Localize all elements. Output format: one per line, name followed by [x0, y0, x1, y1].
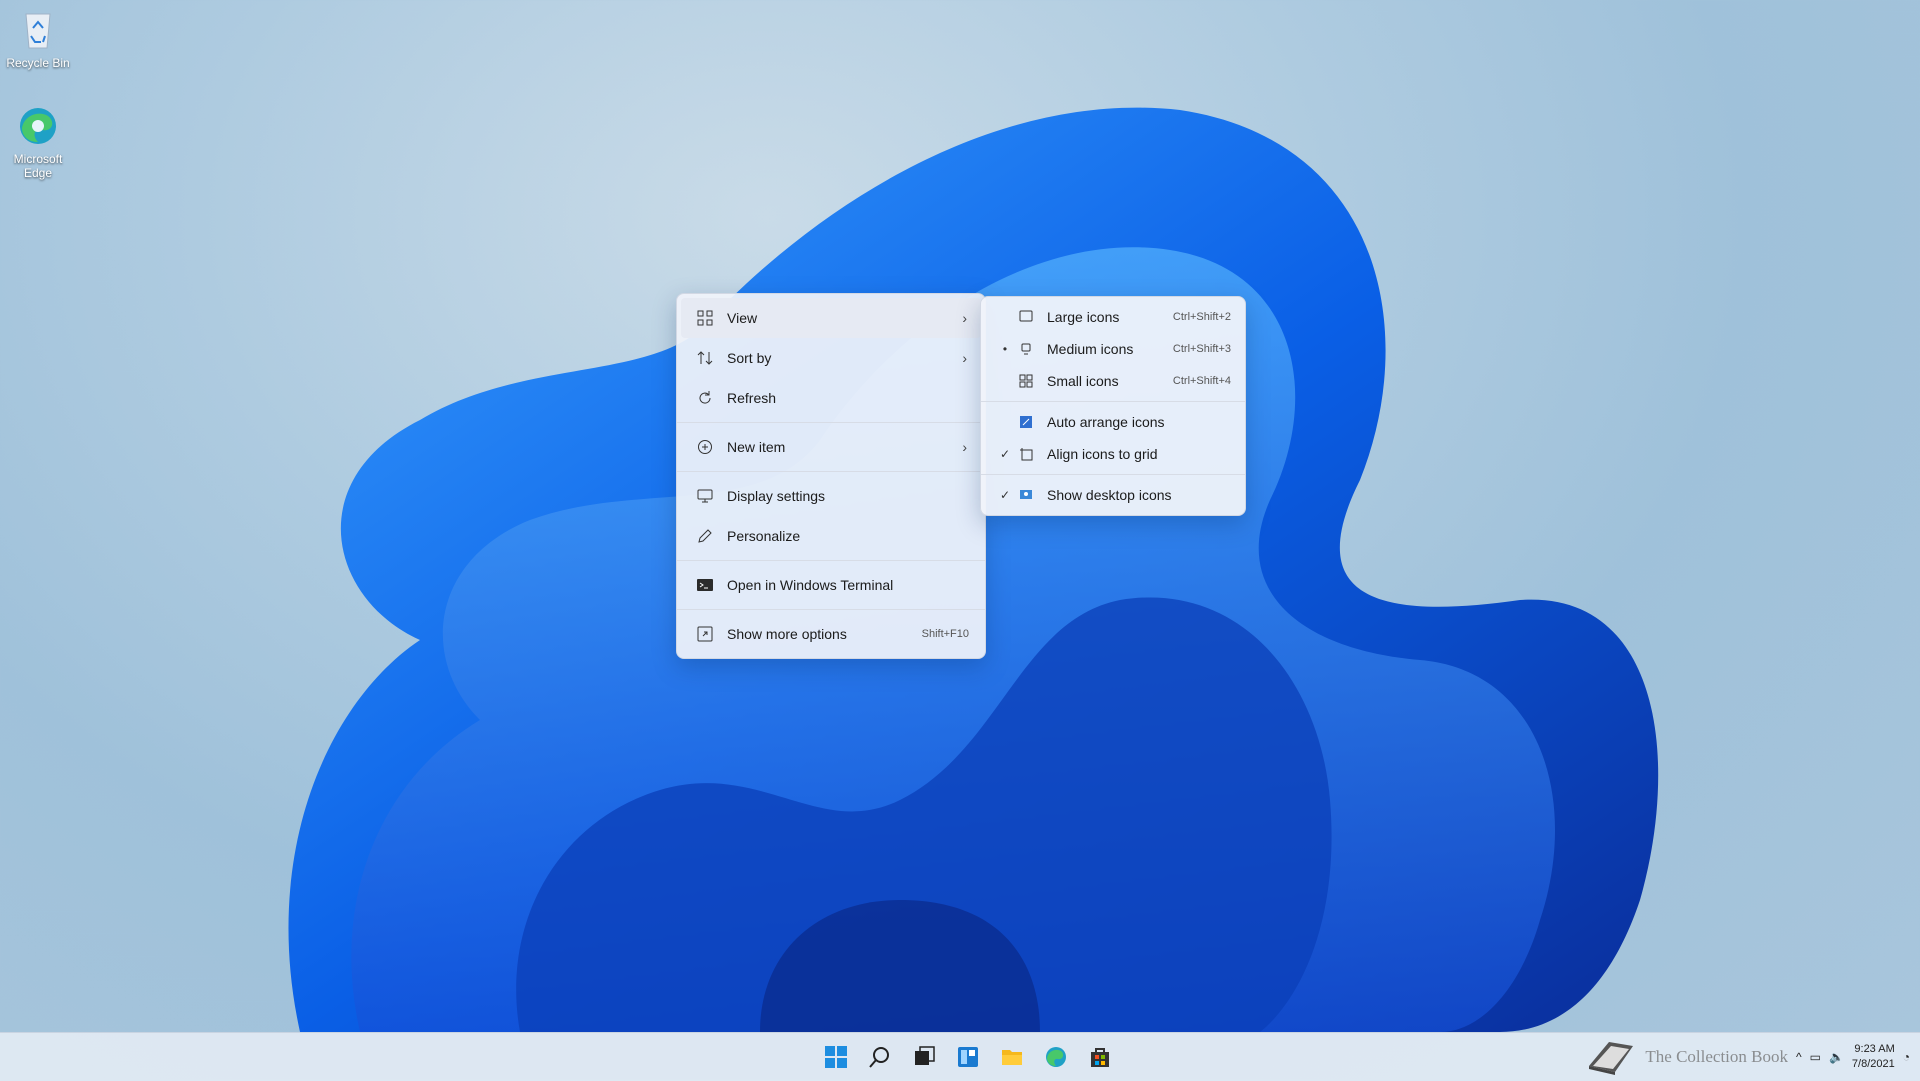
- submenu-item-label: Auto arrange icons: [1047, 414, 1165, 430]
- large-icons-icon: [1017, 308, 1035, 326]
- grid-icon: [695, 308, 715, 328]
- submenu-item-shortcut: Ctrl+Shift+2: [1172, 311, 1231, 323]
- edge-icon: [1046, 1047, 1066, 1067]
- chevron-up-icon[interactable]: ^: [1796, 1050, 1802, 1064]
- medium-icons-icon: [1017, 340, 1035, 358]
- small-icons-icon: [1017, 372, 1035, 390]
- clock[interactable]: 9:23 AM 7/8/2021: [1852, 1042, 1895, 1072]
- refresh-icon: [695, 388, 715, 408]
- widgets-button[interactable]: [950, 1039, 986, 1075]
- watermark-text: The Collection Book: [1645, 1047, 1788, 1066]
- submenu-item-shortcut: Ctrl+Shift+4: [1172, 375, 1231, 387]
- taskbar-apps: [818, 1039, 1118, 1075]
- submenu-item-label: Large icons: [1047, 309, 1120, 325]
- display-icon: [695, 486, 715, 506]
- menu-item-label: Sort by: [727, 350, 772, 366]
- align-grid-icon: [1017, 445, 1035, 463]
- auto-arrange-icon: [1017, 413, 1035, 431]
- submenu-item-medium-icons[interactable]: • Medium icons Ctrl+Shift+3: [985, 333, 1241, 365]
- desktop-context-menu: View › Sort by › Refresh New item › Disp…: [676, 293, 986, 659]
- submenu-item-label: Small icons: [1047, 373, 1119, 389]
- submenu-item-label: Align icons to grid: [1047, 446, 1158, 462]
- submenu-item-auto-arrange[interactable]: Auto arrange icons: [985, 406, 1241, 438]
- menu-item-label: New item: [727, 439, 786, 455]
- chevron-right-icon: ›: [962, 310, 967, 326]
- chevron-right-icon: ›: [962, 350, 967, 366]
- submenu-item-shortcut: Ctrl+Shift+3: [1172, 343, 1231, 355]
- submenu-separator: [981, 474, 1245, 475]
- task-view-button[interactable]: [906, 1039, 942, 1075]
- plus-circle-icon: [695, 437, 715, 457]
- menu-item-new-item[interactable]: New item ›: [681, 427, 981, 467]
- volume-icon[interactable]: 🔈: [1829, 1050, 1844, 1064]
- store-icon: [1091, 1048, 1109, 1067]
- pen-icon: [695, 526, 715, 546]
- clock-date: 7/8/2021: [1851, 1058, 1895, 1070]
- menu-item-label: Personalize: [727, 528, 801, 544]
- widgets-icon: [958, 1047, 978, 1067]
- more-options-icon: [695, 624, 715, 644]
- menu-item-label: Show more options: [727, 626, 847, 642]
- selection-mark: ✓: [999, 447, 1011, 461]
- system-tray: The Collection Book ^ ▭ 🔈 9:23 AM 7/8/20…: [1585, 1039, 1910, 1075]
- start-button[interactable]: [818, 1039, 854, 1075]
- menu-item-sort-by[interactable]: Sort by ›: [681, 338, 981, 378]
- menu-item-personalize[interactable]: Personalize: [681, 516, 981, 556]
- taskbar: The Collection Book ^ ▭ 🔈 9:23 AM 7/8/20…: [0, 1032, 1920, 1081]
- menu-item-label: Open in Windows Terminal: [727, 577, 894, 593]
- menu-item-open-terminal[interactable]: Open in Windows Terminal: [681, 565, 981, 605]
- menu-item-display-settings[interactable]: Display settings: [681, 476, 981, 516]
- menu-separator: [677, 422, 985, 423]
- search-button[interactable]: [862, 1039, 898, 1075]
- view-submenu: Large icons Ctrl+Shift+2 • Medium icons …: [980, 296, 1246, 516]
- menu-separator: [677, 560, 985, 561]
- desktop-icon-edge[interactable]: Microsoft Edge: [0, 104, 78, 180]
- menu-item-label: View: [727, 310, 758, 326]
- notification-icon[interactable]: ◔: [1903, 1050, 1910, 1064]
- chevron-right-icon: ›: [962, 439, 967, 455]
- desktop-icon-label: Microsoft Edge: [13, 152, 63, 180]
- show-desktop-icons-icon: [1017, 486, 1035, 504]
- file-explorer-button[interactable]: [994, 1039, 1030, 1075]
- submenu-item-align-to-grid[interactable]: ✓ Align icons to grid: [985, 438, 1241, 470]
- submenu-item-label: Show desktop icons: [1047, 487, 1172, 503]
- book-logo-icon: [1585, 1036, 1637, 1079]
- recycle-bin-icon: [16, 8, 60, 52]
- desktop-icon-label: Recycle Bin: [6, 56, 70, 70]
- submenu-item-label: Medium icons: [1047, 341, 1134, 357]
- file-explorer-icon: [1002, 1050, 1022, 1065]
- menu-item-refresh[interactable]: Refresh: [681, 378, 981, 418]
- menu-item-label: Refresh: [727, 390, 777, 406]
- menu-item-shortcut: Shift+F10: [921, 628, 969, 640]
- start-icon: [825, 1046, 847, 1068]
- clock-time: 9:23 AM: [1854, 1043, 1895, 1055]
- menu-separator: [677, 471, 985, 472]
- selection-mark: ✓: [999, 488, 1011, 502]
- menu-item-show-more-options[interactable]: Show more options Shift+F10: [681, 614, 981, 654]
- network-icon[interactable]: ▭: [1810, 1050, 1821, 1064]
- submenu-item-show-desktop-icons[interactable]: ✓ Show desktop icons: [985, 479, 1241, 511]
- submenu-item-small-icons[interactable]: Small icons Ctrl+Shift+4: [985, 365, 1241, 397]
- terminal-icon: [695, 575, 715, 595]
- edge-icon: [16, 104, 60, 148]
- desktop-icon-recycle-bin[interactable]: Recycle Bin: [0, 8, 78, 70]
- menu-separator: [677, 609, 985, 610]
- store-button[interactable]: [1082, 1039, 1118, 1075]
- submenu-separator: [981, 401, 1245, 402]
- menu-item-view[interactable]: View ›: [681, 298, 981, 338]
- edge-taskbar-button[interactable]: [1038, 1039, 1074, 1075]
- selection-mark: •: [1002, 342, 1008, 356]
- menu-item-label: Display settings: [727, 488, 826, 504]
- sort-icon: [695, 348, 715, 368]
- submenu-item-large-icons[interactable]: Large icons Ctrl+Shift+2: [985, 301, 1241, 333]
- search-icon: [869, 1047, 889, 1068]
- task-view-icon: [915, 1046, 935, 1065]
